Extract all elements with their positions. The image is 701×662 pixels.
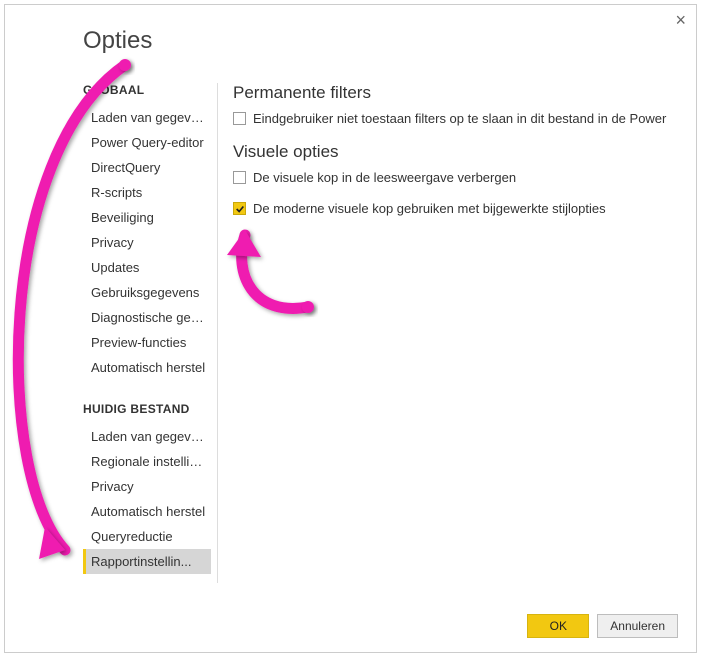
checkbox-persistent-filters[interactable] [233, 112, 246, 125]
sidebar-item[interactable]: Automatisch herstel [83, 355, 211, 380]
sidebar-item[interactable]: Privacy [83, 474, 211, 499]
section-permanent-filters: Permanente filters [233, 83, 676, 103]
sidebar-item[interactable]: Laden van gegevens [83, 424, 211, 449]
option-label: De moderne visuele kop gebruiken met bij… [253, 201, 606, 216]
option-row: De moderne visuele kop gebruiken met bij… [233, 201, 676, 216]
sidebar-group-current-file: HUIDIG BESTAND [83, 402, 211, 416]
sidebar-item[interactable]: Updates [83, 255, 211, 280]
ok-button[interactable]: OK [527, 614, 589, 638]
sidebar-item[interactable]: Privacy [83, 230, 211, 255]
dialog-frame: × Opties GLOBAAL Laden van gegevensPower… [4, 4, 697, 653]
content-pane: Permanente filters Eindgebruiker niet to… [233, 83, 676, 232]
sidebar-item[interactable]: Gebruiksgegevens [83, 280, 211, 305]
option-label: De visuele kop in de leesweergave verber… [253, 170, 516, 185]
dialog-footer: OK Annuleren [527, 614, 678, 638]
sidebar-item-report-settings[interactable]: Rapportinstellin... [83, 549, 211, 574]
checkbox-modern-visual-header[interactable] [233, 202, 246, 215]
checkbox-hide-visual-header[interactable] [233, 171, 246, 184]
sidebar-item[interactable]: Automatisch herstel [83, 499, 211, 524]
section-visual-options: Visuele opties [233, 142, 676, 162]
sidebar-item[interactable]: Regionale instelling... [83, 449, 211, 474]
sidebar: GLOBAAL Laden van gegevensPower Query-ed… [83, 83, 211, 574]
sidebar-item[interactable]: Beveiliging [83, 205, 211, 230]
sidebar-item[interactable]: Laden van gegevens [83, 105, 211, 130]
sidebar-item[interactable]: DirectQuery [83, 155, 211, 180]
sidebar-item[interactable]: R-scripts [83, 180, 211, 205]
dialog-title: Opties [83, 27, 152, 55]
sidebar-group-global: GLOBAAL [83, 83, 211, 97]
option-row: De visuele kop in de leesweergave verber… [233, 170, 676, 185]
vertical-divider [217, 83, 218, 583]
sidebar-item[interactable]: Diagnostische geg... [83, 305, 211, 330]
sidebar-item[interactable]: Preview-functies [83, 330, 211, 355]
close-icon[interactable]: × [675, 11, 686, 29]
cancel-button[interactable]: Annuleren [597, 614, 678, 638]
sidebar-item[interactable]: Power Query-editor [83, 130, 211, 155]
option-label: Eindgebruiker niet toestaan filters op t… [253, 111, 666, 126]
sidebar-item[interactable]: Queryreductie [83, 524, 211, 549]
option-row: Eindgebruiker niet toestaan filters op t… [233, 111, 676, 126]
